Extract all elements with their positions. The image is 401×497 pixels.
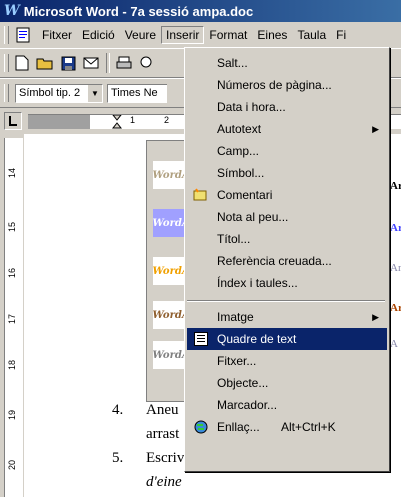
menu-format[interactable]: Format bbox=[204, 26, 252, 44]
menu-item-nota-peu[interactable]: Nota al peu... bbox=[187, 206, 387, 228]
menu-taula[interactable]: Taula bbox=[292, 26, 331, 44]
toolbar-separator bbox=[106, 53, 110, 73]
document-line: Escriv bbox=[146, 450, 185, 466]
globe-link-icon bbox=[192, 419, 210, 435]
window-title: Microsoft Word - 7a sessió ampa.doc bbox=[23, 3, 254, 19]
list-number: 5. bbox=[112, 450, 124, 466]
menu-fitxer[interactable]: Fitxer bbox=[37, 26, 77, 44]
menu-item-marcador[interactable]: Marcador... bbox=[187, 394, 387, 416]
menu-item-titol[interactable]: Títol... bbox=[187, 228, 387, 250]
menubar-grip[interactable] bbox=[4, 26, 9, 44]
wordart-fragment: Ar bbox=[390, 222, 401, 234]
menu-separator bbox=[187, 300, 385, 302]
word-logo-icon: W bbox=[4, 3, 20, 19]
menu-item-enllac[interactable]: Enllaç... Alt+Ctrl+K bbox=[187, 416, 387, 438]
document-line: d'eine bbox=[146, 474, 182, 490]
shortcut-label: Alt+Ctrl+K bbox=[281, 420, 336, 434]
menu-item-simbol[interactable]: Símbol... bbox=[187, 162, 387, 184]
list-number: 4. bbox=[112, 402, 124, 418]
open-folder-icon[interactable] bbox=[34, 52, 56, 74]
toolbar-grip[interactable] bbox=[4, 54, 9, 72]
save-disk-icon[interactable] bbox=[57, 52, 79, 74]
vruler-number: 20 bbox=[7, 459, 18, 471]
formatting-grip[interactable] bbox=[4, 84, 9, 102]
menu-item-data-hora[interactable]: Data i hora... bbox=[187, 96, 387, 118]
chevron-down-icon[interactable]: ▼ bbox=[87, 84, 102, 102]
menu-item-comentari[interactable]: Comentari bbox=[187, 184, 387, 206]
style-value: Símbol tip. 2 bbox=[19, 87, 81, 99]
wordart-fragment: Ar bbox=[390, 302, 401, 314]
menu-item-autotext[interactable]: Autotext ▶ bbox=[187, 118, 387, 140]
submenu-arrow-icon: ▶ bbox=[372, 123, 379, 134]
menu-fi[interactable]: Fi bbox=[331, 26, 351, 44]
vruler-number: 18 bbox=[7, 359, 18, 371]
menu-item-camp[interactable]: Camp... bbox=[187, 140, 387, 162]
vruler-number: 15 bbox=[7, 221, 18, 233]
ruler-margin bbox=[28, 115, 90, 129]
document-line: Aneu bbox=[146, 402, 179, 418]
tab-selector[interactable] bbox=[4, 112, 22, 130]
menu-veure[interactable]: Veure bbox=[120, 26, 161, 44]
menu-eines[interactable]: Eines bbox=[252, 26, 292, 44]
new-document-icon[interactable] bbox=[11, 52, 33, 74]
comment-icon bbox=[192, 187, 210, 203]
wordart-fragment: A bbox=[390, 338, 398, 350]
title-bar: W Microsoft Word - 7a sessió ampa.doc bbox=[0, 0, 401, 22]
ruler-number: 1 bbox=[130, 115, 136, 125]
textbox-icon bbox=[192, 331, 210, 347]
print-preview-icon[interactable] bbox=[136, 52, 158, 74]
submenu-arrow-icon: ▶ bbox=[372, 311, 379, 322]
vruler-number: 19 bbox=[7, 409, 18, 421]
document-line: arrast bbox=[146, 426, 180, 442]
wordart-fragment: Ar bbox=[390, 180, 401, 192]
insert-menu: Salt... Números de pàgina... Data i hora… bbox=[184, 47, 390, 472]
menu-item-fitxer[interactable]: Fitxer... bbox=[187, 350, 387, 372]
menu-edicio[interactable]: Edició bbox=[77, 26, 120, 44]
vruler-number: 16 bbox=[7, 267, 18, 279]
print-icon[interactable] bbox=[113, 52, 135, 74]
menu-item-salt[interactable]: Salt... bbox=[187, 52, 387, 74]
menu-item-objecte[interactable]: Objecte... bbox=[187, 372, 387, 394]
vruler-number: 17 bbox=[7, 313, 18, 325]
menu-inserir[interactable]: Inserir bbox=[161, 26, 205, 44]
menu-bar: Fitxer Edició Veure Inserir Format Eines… bbox=[0, 22, 401, 49]
document-icon[interactable] bbox=[15, 27, 31, 43]
font-combo[interactable]: Times Ne bbox=[107, 83, 167, 103]
vertical-ruler[interactable]: 14 15 16 17 18 19 20 bbox=[4, 138, 23, 497]
wordart-fragment: Ar bbox=[390, 262, 401, 274]
menu-item-imatge[interactable]: Imatge ▶ bbox=[187, 306, 387, 328]
email-icon[interactable] bbox=[80, 52, 102, 74]
font-value: Times Ne bbox=[111, 87, 158, 99]
menu-item-referencia-creuada[interactable]: Referència creuada... bbox=[187, 250, 387, 272]
menu-item-index-taules[interactable]: Índex i taules... bbox=[187, 272, 387, 294]
ruler-number: 2 bbox=[164, 115, 170, 125]
vruler-number: 14 bbox=[7, 167, 18, 179]
menu-item-quadre-text[interactable]: Quadre de text bbox=[187, 328, 387, 350]
style-combo[interactable]: Símbol tip. 2 ▼ bbox=[15, 83, 103, 103]
indent-marker-icon[interactable] bbox=[112, 115, 122, 129]
menu-item-numeros-pagina[interactable]: Números de pàgina... bbox=[187, 74, 387, 96]
